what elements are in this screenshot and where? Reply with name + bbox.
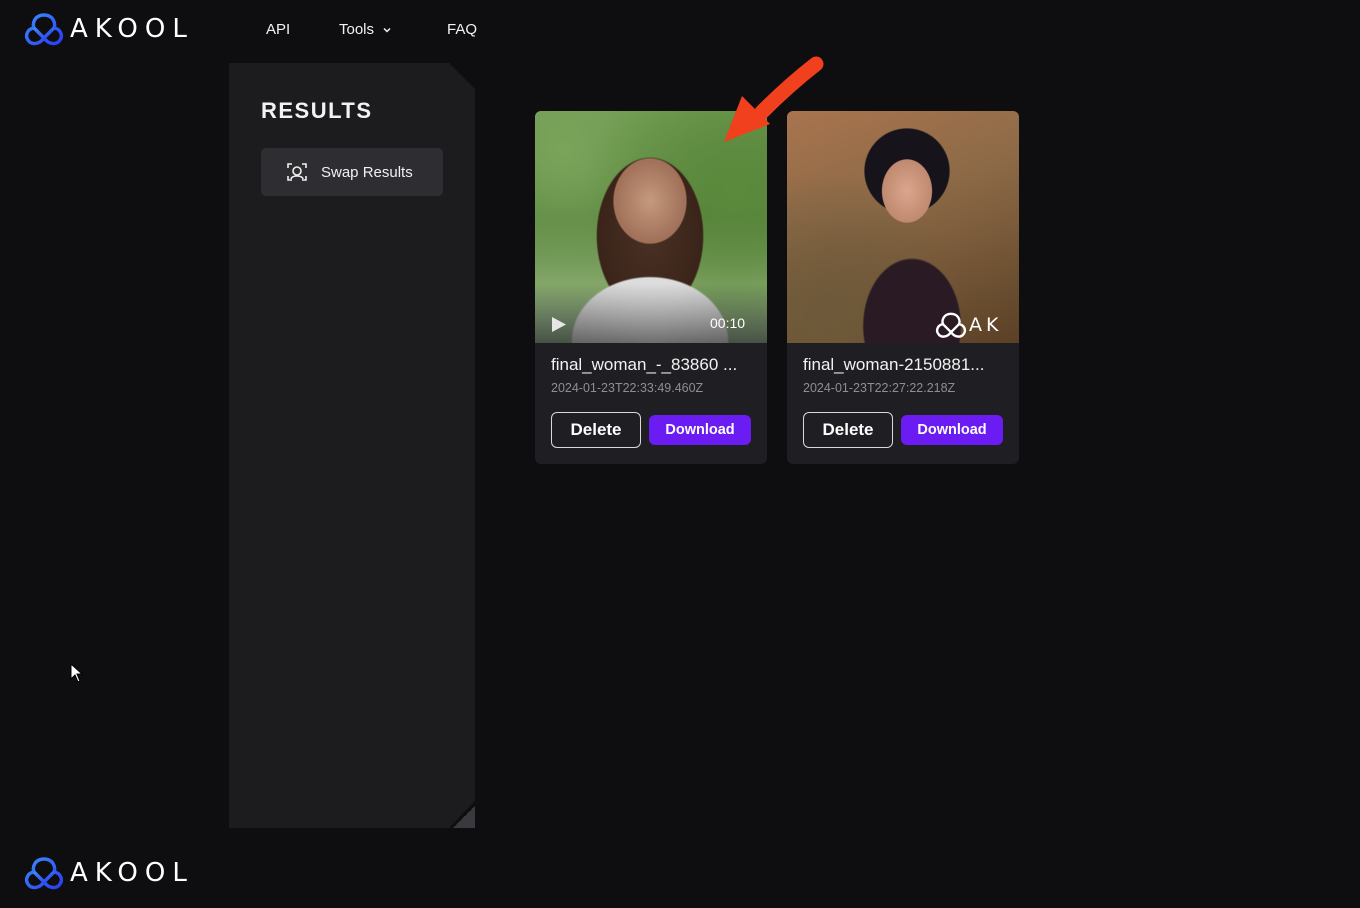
delete-button[interactable]: Delete (803, 412, 893, 448)
nav-faq[interactable]: FAQ (447, 21, 477, 38)
download-button[interactable]: Download (901, 415, 1003, 445)
top-header: AKOOL API Tools FAQ (0, 0, 1360, 62)
annotation-arrow-icon (724, 56, 824, 142)
video-duration: 00:10 (710, 315, 746, 331)
mouse-cursor-icon (70, 663, 84, 683)
nav-faq-label: FAQ (447, 21, 478, 38)
nav-tools-label: Tools (339, 21, 375, 38)
sidebar-item-swap-results[interactable]: Swap Results (261, 148, 443, 196)
play-icon[interactable] (551, 316, 567, 333)
sidebar-title: RESULTS (261, 98, 373, 123)
result-card: AK final_woman-2150881... 2024-01-23T22:… (787, 111, 1019, 464)
result-card: 00:10 final_woman_-_83860 ... 2024-01-23… (535, 111, 767, 464)
delete-button[interactable]: Delete (551, 412, 641, 448)
result-timestamp: 2024-01-23T22:27:22.218Z (803, 381, 956, 395)
akool-watermark-icon (935, 312, 967, 338)
akool-logo-icon (24, 13, 64, 46)
brand-name: AKOOL (70, 14, 194, 44)
footer-brand-name: AKOOL (70, 858, 194, 888)
akool-watermark: AK (935, 311, 1002, 339)
download-button[interactable]: Download (649, 415, 751, 445)
akool-footer-logo[interactable]: AKOOL (24, 856, 194, 890)
akool-logo[interactable]: AKOOL (24, 12, 194, 46)
result-timestamp: 2024-01-23T22:33:49.460Z (551, 381, 704, 395)
sidebar-resize-handle[interactable] (453, 806, 475, 828)
sidebar-item-label: Swap Results (321, 163, 413, 181)
chevron-down-icon (383, 27, 391, 33)
face-scan-icon (287, 163, 307, 181)
result-file-name: final_woman_-_83860 ... (551, 355, 738, 374)
results-sidebar: RESULTS Swap Results (229, 63, 475, 828)
nav-tools-dropdown[interactable]: Tools (339, 21, 392, 38)
nav-api[interactable]: API (266, 21, 290, 38)
watermark-text: AK (969, 314, 1003, 336)
result-file-name: final_woman-2150881... (803, 355, 985, 374)
akool-logo-icon (24, 857, 64, 890)
nav-api-label: API (266, 21, 291, 38)
